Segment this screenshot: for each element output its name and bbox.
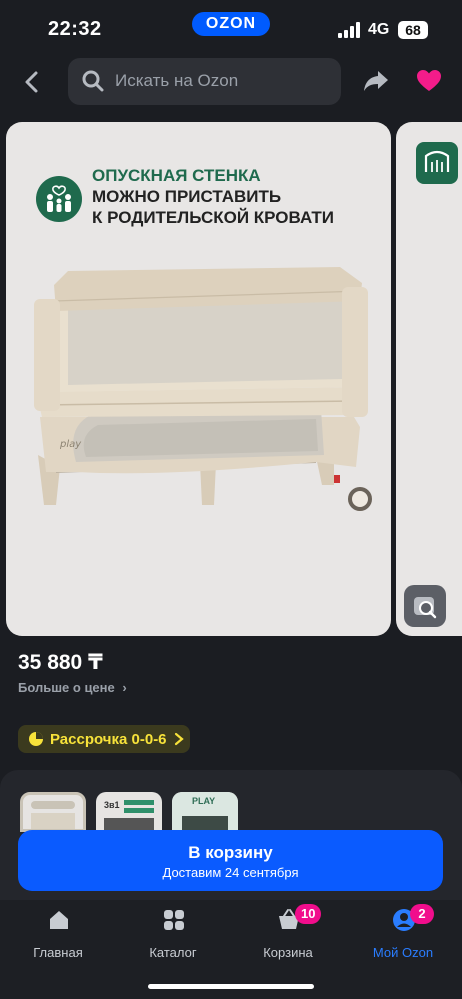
similar-search-button[interactable]	[404, 585, 446, 627]
thumbnail-title: PLAY	[192, 796, 216, 806]
search-bar[interactable]: Искать на Ozon	[68, 58, 341, 105]
tab-my-ozon[interactable]: 2 Мой Ozon	[358, 904, 448, 968]
price-details-label: Больше о цене	[18, 680, 115, 695]
tab-catalog[interactable]: Каталог	[128, 908, 218, 968]
catalog-icon	[164, 910, 184, 930]
pie-chart-icon	[29, 732, 43, 746]
favorite-button[interactable]	[416, 69, 442, 93]
chevron-right-icon: ›	[122, 680, 127, 695]
variant-thumbnail-3[interactable]: PLAY	[172, 792, 238, 832]
battery-icon: 68	[398, 21, 428, 39]
heart-icon	[417, 70, 441, 91]
search-icon	[82, 70, 104, 92]
product-image-gallery[interactable]: ОПУСКНАЯ СТЕНКА МОЖНО ПРИСТАВИТЬ К РОДИТ…	[6, 122, 391, 636]
next-gallery-image[interactable]	[396, 122, 462, 636]
travel-crib-image: play	[34, 267, 372, 511]
profile-count-badge: 2	[410, 904, 434, 924]
tab-label: Корзина	[263, 945, 313, 960]
chevron-left-icon	[25, 71, 38, 93]
svg-text:play: play	[59, 439, 82, 450]
ozon-logo: OZON	[192, 12, 270, 36]
installment-button[interactable]: Рассрочка 0-0-6	[18, 725, 190, 753]
banner-line-2: МОЖНО ПРИСТАВИТЬ	[92, 187, 282, 206]
product-price: 35 880 ₸	[18, 651, 103, 674]
family-icon	[36, 176, 82, 222]
clock: 22:32	[48, 18, 102, 40]
status-bar: 22:32 OZON 4G 68	[0, 0, 462, 62]
tab-cart[interactable]: 10 Корзина	[243, 904, 333, 968]
home-indicator	[148, 984, 314, 989]
installment-label: Рассрочка 0-0-6	[50, 731, 167, 748]
variant-thumbnail-2[interactable]: 3в1	[96, 792, 162, 832]
tab-home[interactable]: Главная	[13, 908, 103, 968]
share-icon	[364, 71, 388, 91]
image-search-icon	[414, 597, 437, 619]
search-placeholder: Искать на Ozon	[115, 71, 239, 90]
add-to-cart-label: В корзину	[188, 843, 273, 862]
tab-label: Главная	[33, 945, 83, 960]
banner-line-1: ОПУСКНАЯ СТЕНКА	[92, 166, 261, 185]
back-button[interactable]	[16, 66, 48, 98]
add-to-cart-button[interactable]: В корзину Доставим 24 сентября	[18, 830, 443, 891]
share-button[interactable]	[362, 68, 390, 94]
network-type: 4G	[368, 21, 390, 38]
thumbnail-title: 3в1	[104, 800, 120, 810]
chevron-right-icon	[174, 732, 184, 746]
price-details-link[interactable]: Больше о цене ›	[18, 680, 127, 695]
signal-icon	[338, 22, 360, 38]
banner-line-3: К РОДИТЕЛЬСКОЙ КРОВАТИ	[92, 208, 334, 227]
tab-label: Каталог	[149, 945, 197, 960]
home-icon	[50, 911, 68, 929]
top-navigation: Искать на Ozon	[0, 58, 462, 106]
crib-icon	[416, 142, 458, 184]
tab-label: Мой Ozon	[372, 945, 434, 960]
variant-thumbnail-1[interactable]	[20, 792, 86, 832]
delivery-date: Доставим 24 сентября	[162, 865, 299, 880]
cart-count-badge: 10	[295, 904, 322, 924]
